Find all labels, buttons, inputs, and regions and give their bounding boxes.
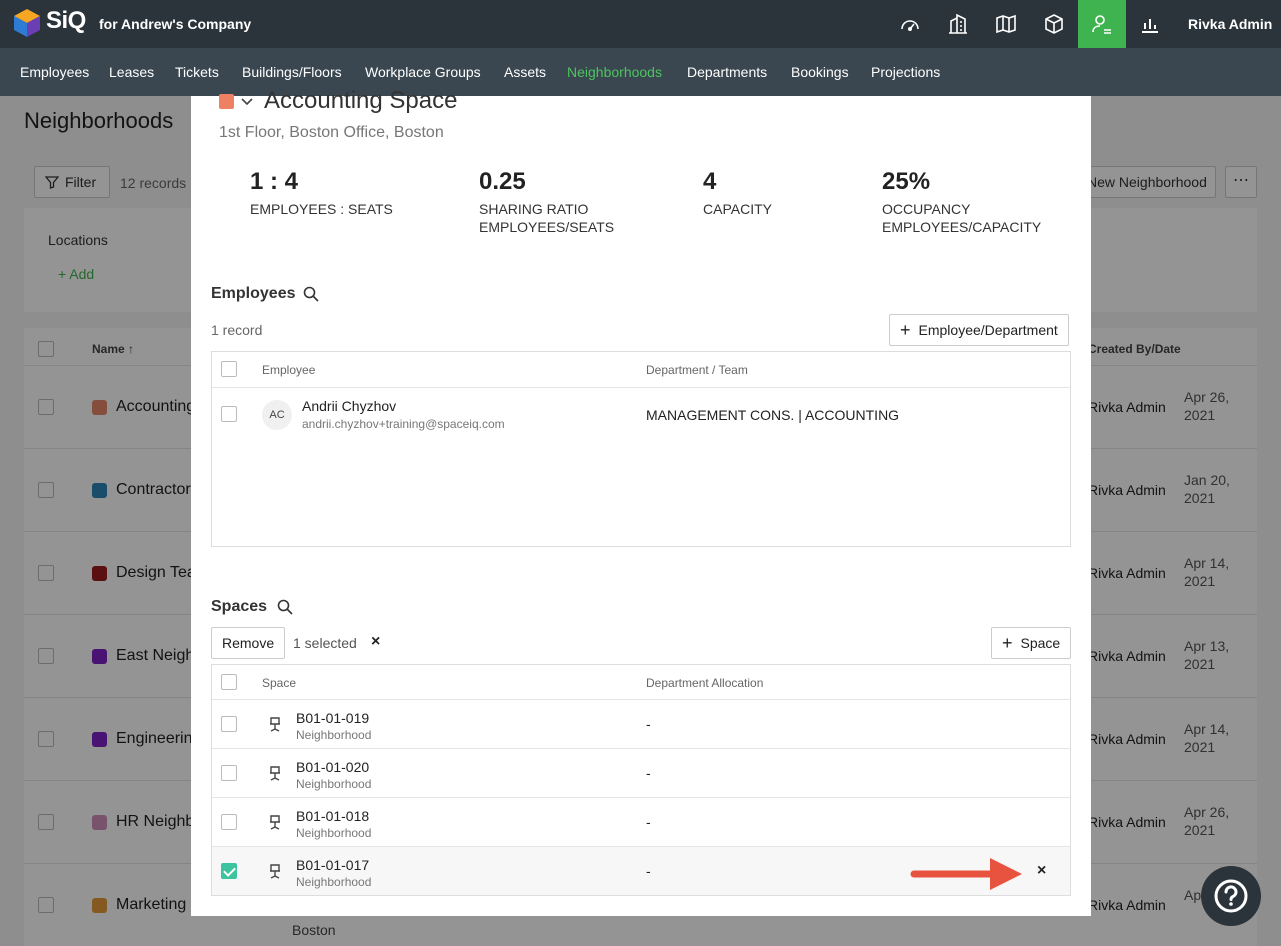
stat-label: SHARING RATIO <box>479 201 589 217</box>
stat-value: 0.25 <box>479 168 526 195</box>
select-all-spaces-checkbox[interactable] <box>221 674 237 690</box>
stat-value: 25% <box>882 168 931 195</box>
table-row[interactable]: B01-01-020 Neighborhood - <box>212 748 1070 797</box>
stat-occupancy: 25% OCCUPANCY EMPLOYEES/CAPACITY <box>882 168 1041 236</box>
stat-sublabel: EMPLOYEES/CAPACITY <box>882 219 1042 235</box>
annotation-arrow-icon <box>910 858 1022 890</box>
select-all-employees-checkbox[interactable] <box>221 361 237 377</box>
department-allocation: - <box>646 814 651 830</box>
nav-buildings-floors[interactable]: Buildings/Floors <box>242 64 342 80</box>
column-header-allocation[interactable]: Department Allocation <box>646 676 763 690</box>
search-icon[interactable] <box>277 599 293 615</box>
employee-email: andrii.chyzhov+training@spaceiq.com <box>302 417 505 431</box>
map-icon[interactable] <box>982 0 1030 48</box>
add-employee-department-button[interactable]: + Employee/Department <box>889 314 1069 346</box>
column-header-space[interactable]: Space <box>262 676 296 690</box>
space-type: Neighborhood <box>296 875 372 889</box>
employees-record-count: 1 record <box>211 322 263 338</box>
employees-table: Employee Department / Team AC Andrii Chy… <box>211 351 1071 547</box>
desk-chair-icon <box>270 717 280 732</box>
stat-label: OCCUPANCY <box>882 201 971 217</box>
employees-heading: Employees <box>211 285 296 302</box>
table-row[interactable]: B01-01-019 Neighborhood - <box>212 699 1070 748</box>
reports-icon[interactable] <box>1126 0 1174 48</box>
department-allocation: - <box>646 765 651 781</box>
clear-selection-icon[interactable]: × <box>371 633 380 651</box>
logo-text[interactable]: SiQ <box>46 7 86 35</box>
siq-logo-icon[interactable] <box>12 8 42 38</box>
stat-sublabel: EMPLOYEES/SEATS <box>479 219 615 235</box>
help-button[interactable] <box>1201 866 1261 926</box>
space-type: Neighborhood <box>296 826 372 840</box>
nav-tickets[interactable]: Tickets <box>175 64 219 80</box>
neighborhood-details-modal: Accounting Space 1st Floor, Boston Offic… <box>191 87 1091 916</box>
box-icon[interactable] <box>1030 0 1078 48</box>
column-header-department[interactable]: Department / Team <box>646 363 748 377</box>
plus-icon: + <box>1002 633 1013 653</box>
space-code[interactable]: B01-01-020 <box>296 759 369 775</box>
avatar: AC <box>262 400 292 430</box>
nav-assets[interactable]: Assets <box>504 64 546 80</box>
space-type: Neighborhood <box>296 777 372 791</box>
nav-workplace-groups[interactable]: Workplace Groups <box>365 64 481 80</box>
space-code[interactable]: B01-01-017 <box>296 857 369 873</box>
row-checkbox[interactable] <box>221 814 237 830</box>
department-allocation: - <box>646 716 651 732</box>
stat-label: CAPACITY <box>703 201 772 217</box>
desk-chair-icon <box>270 766 280 781</box>
desk-chair-icon <box>270 864 280 879</box>
top-bar: SiQ for Andrew's Company Rivka Admin <box>0 0 1281 48</box>
nav-departments[interactable]: Departments <box>687 64 767 80</box>
stat-label: EMPLOYEES : SEATS <box>250 201 393 217</box>
modal-title: Accounting Space <box>264 87 458 114</box>
question-icon <box>1214 879 1248 913</box>
add-space-label: Space <box>1020 635 1061 651</box>
row-checkbox[interactable] <box>221 765 237 781</box>
user-menu[interactable]: Rivka Admin <box>1188 16 1272 32</box>
row-checkbox-checked[interactable] <box>221 863 237 879</box>
user-admin-icon[interactable] <box>1078 0 1126 48</box>
nav-neighborhoods[interactable]: Neighborhoods <box>567 64 662 80</box>
add-space-button[interactable]: + Space <box>991 627 1072 659</box>
main-nav: Employees Leases Tickets Buildings/Floor… <box>0 48 1281 96</box>
remove-button[interactable]: Remove <box>211 627 286 659</box>
company-name: for Andrew's Company <box>99 16 252 32</box>
department-allocation: - <box>646 863 651 879</box>
space-code[interactable]: B01-01-019 <box>296 710 369 726</box>
table-row[interactable]: B01-01-018 Neighborhood - <box>212 797 1070 846</box>
employee-name[interactable]: Andrii Chyzhov <box>302 398 396 414</box>
neighborhood-color-swatch[interactable] <box>219 94 234 109</box>
selected-count: 1 selected <box>293 635 357 651</box>
modal-subtitle: 1st Floor, Boston Office, Boston <box>219 124 444 141</box>
nav-employees[interactable]: Employees <box>20 64 89 80</box>
space-type: Neighborhood <box>296 728 372 742</box>
stat-sharing-ratio: 0.25 SHARING RATIO EMPLOYEES/SEATS <box>479 168 614 236</box>
table-row[interactable]: AC Andrii Chyzhov andrii.chyzhov+trainin… <box>212 387 1070 441</box>
row-checkbox[interactable] <box>221 406 237 422</box>
add-employee-department-label: Employee/Department <box>918 322 1058 338</box>
remove-space-close-icon[interactable]: × <box>1037 862 1046 880</box>
row-checkbox[interactable] <box>221 716 237 732</box>
remove-label: Remove <box>222 635 275 651</box>
nav-bookings[interactable]: Bookings <box>791 64 849 80</box>
chevron-down-icon[interactable] <box>240 94 254 108</box>
spaces-heading: Spaces <box>211 598 268 615</box>
nav-leases[interactable]: Leases <box>109 64 154 80</box>
stat-employees-seats: 1 : 4 EMPLOYEES : SEATS <box>250 168 393 218</box>
space-code[interactable]: B01-01-018 <box>296 808 369 824</box>
stat-value: 1 : 4 <box>250 168 299 195</box>
nav-projections[interactable]: Projections <box>871 64 940 80</box>
desk-chair-icon <box>270 815 280 830</box>
employee-department: MANAGEMENT CONS. | ACCOUNTING <box>646 407 900 423</box>
column-header-employee[interactable]: Employee <box>262 363 315 377</box>
stat-capacity: 4 CAPACITY <box>703 168 772 218</box>
dashboard-icon[interactable] <box>886 0 934 48</box>
plus-icon: + <box>900 320 911 340</box>
search-icon[interactable] <box>303 286 319 302</box>
stat-value: 4 <box>703 168 717 195</box>
buildings-icon[interactable] <box>934 0 982 48</box>
